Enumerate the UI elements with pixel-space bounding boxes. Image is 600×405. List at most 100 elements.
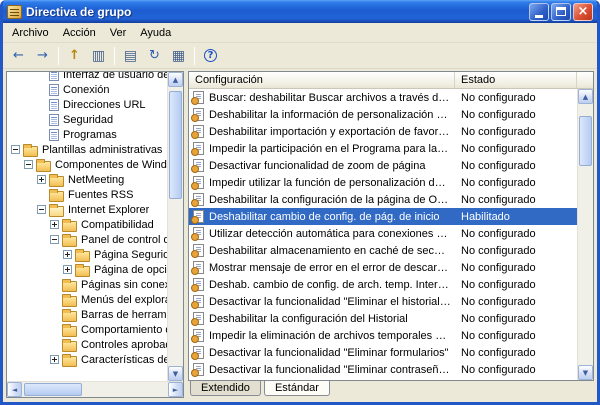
scroll-down-icon[interactable]: ▼: [168, 366, 183, 381]
close-button[interactable]: ×: [573, 3, 593, 21]
tree-item[interactable]: NetMeeting: [7, 172, 167, 187]
console-tree-panel: Interfaz de usuario del explorador Conex…: [6, 71, 184, 398]
tree-item[interactable]: Programas: [7, 127, 167, 142]
policy-row[interactable]: Deshabilitar cambio de config. de pág. d…: [189, 208, 577, 225]
tree-hscroll-thumb[interactable]: [24, 383, 82, 396]
tree-item[interactable]: Menús del explorador: [7, 292, 167, 307]
policy-row[interactable]: Impedir utilizar la función de personali…: [189, 174, 577, 191]
expander-icon[interactable]: [11, 145, 20, 154]
export-list-icon: ▦: [172, 49, 185, 63]
tree-item-label: NetMeeting: [68, 174, 124, 186]
policy-row[interactable]: Impedir la eliminación de archivos tempo…: [189, 327, 577, 344]
policy-row[interactable]: Desactivar la funcionalidad "Eliminar el…: [189, 293, 577, 310]
expander-icon[interactable]: [63, 265, 72, 274]
titlebar[interactable]: Directiva de grupo ×: [3, 0, 597, 23]
policy-icon: [193, 176, 204, 189]
column-header-configuracion[interactable]: Configuración: [189, 72, 455, 88]
policy-name: Deshab. cambio de config. de arch. temp.…: [209, 279, 455, 291]
tree-item[interactable]: Controles aprobados por el administrador: [7, 337, 167, 352]
tab-extendido[interactable]: Extendido: [190, 381, 261, 396]
policy-row[interactable]: Deshabilitar la configuración de la pági…: [189, 191, 577, 208]
view-tabs: ExtendidoEstándar: [188, 381, 594, 398]
tree-item[interactable]: Direcciones URL: [7, 97, 167, 112]
export-list-button[interactable]: ▦: [167, 45, 190, 67]
tree-item[interactable]: Página Seguridad: [7, 247, 167, 262]
minimize-button[interactable]: [529, 3, 549, 21]
tree-scroll-track[interactable]: [168, 87, 183, 366]
column-header-estado[interactable]: Estado: [455, 72, 577, 88]
expander-icon[interactable]: [37, 205, 46, 214]
expander-icon[interactable]: [50, 220, 59, 229]
page-icon: [49, 99, 59, 111]
tree-item[interactable]: Componentes de Windows: [7, 157, 167, 172]
scroll-left-icon[interactable]: ◄: [7, 382, 22, 397]
expander-icon[interactable]: [37, 175, 46, 184]
scroll-right-icon[interactable]: ►: [168, 382, 183, 397]
tree-item[interactable]: Panel de control de Internet: [7, 232, 167, 247]
tree-item[interactable]: Fuentes RSS: [7, 187, 167, 202]
policy-row[interactable]: Deshabilitar la configuración del Histor…: [189, 310, 577, 327]
expander-icon[interactable]: [50, 235, 59, 244]
properties-button[interactable]: ▤: [119, 45, 142, 67]
policy-row[interactable]: Deshabilitar la configuración de la fich…: [189, 378, 577, 380]
policy-row[interactable]: Impedir la participación en el Programa …: [189, 140, 577, 157]
tree-hscroll-track[interactable]: [22, 382, 168, 397]
show-tree-button[interactable]: ▥: [87, 45, 110, 67]
menu-accion[interactable]: Acción: [56, 25, 103, 41]
policy-icon: [193, 227, 204, 240]
expander-icon[interactable]: [63, 250, 72, 259]
tree-vertical-scrollbar[interactable]: ▲ ▼: [167, 72, 183, 381]
policy-state: No configurado: [455, 364, 577, 376]
tab-estandar[interactable]: Estándar: [264, 381, 330, 396]
policy-row[interactable]: Desactivar la funcionalidad "Eliminar co…: [189, 361, 577, 378]
list-scroll-thumb[interactable]: [579, 116, 592, 166]
policy-row[interactable]: Desactivar funcionalidad de zoom de pági…: [189, 157, 577, 174]
tree-item[interactable]: Conexión: [7, 82, 167, 97]
scroll-up-icon[interactable]: ▲: [578, 89, 593, 104]
policy-state: No configurado: [455, 92, 577, 104]
tree-item-label: Menús del explorador: [81, 294, 167, 306]
policy-icon: [193, 295, 204, 308]
help-button[interactable]: ?: [199, 45, 222, 67]
policy-name: Desactivar funcionalidad de zoom de pági…: [209, 160, 455, 172]
tree-item[interactable]: Seguridad: [7, 112, 167, 127]
back-button[interactable]: ←: [7, 45, 30, 67]
policy-state: No configurado: [455, 228, 577, 240]
tree-item[interactable]: Página de opciones avanzadas: [7, 262, 167, 277]
scroll-down-icon[interactable]: ▼: [578, 365, 593, 380]
policy-row[interactable]: Deshab. cambio de config. de arch. temp.…: [189, 276, 577, 293]
list-scroll-track[interactable]: [578, 104, 593, 365]
tree-scroll-thumb[interactable]: [169, 91, 182, 199]
tree-item[interactable]: Comportamiento de Internet: [7, 322, 167, 337]
tree-item[interactable]: Páginas sin conexión: [7, 277, 167, 292]
policy-row[interactable]: Utilizar detección automática para conex…: [189, 225, 577, 242]
menu-ver[interactable]: Ver: [103, 25, 134, 41]
tree-item[interactable]: Barras de herramientas: [7, 307, 167, 322]
refresh-button[interactable]: ↻: [143, 45, 166, 67]
tree-item[interactable]: Plantillas administrativas: [7, 142, 167, 157]
tree-item[interactable]: Características de seguridad: [7, 352, 167, 367]
expander-icon[interactable]: [24, 160, 33, 169]
maximize-button[interactable]: [551, 3, 571, 21]
policy-row[interactable]: Deshabilitar almacenamiento en caché de …: [189, 242, 577, 259]
tree-item[interactable]: Interfaz de usuario del explorador: [7, 72, 167, 82]
up-button[interactable]: ↑: [63, 45, 86, 67]
folder-icon: [75, 266, 90, 277]
scroll-up-icon[interactable]: ▲: [168, 72, 183, 87]
refresh-icon: ↻: [149, 49, 160, 62]
policy-icon: [193, 91, 204, 104]
forward-button[interactable]: →: [31, 45, 54, 67]
tree-item[interactable]: Compatibilidad: [7, 217, 167, 232]
tree-horizontal-scrollbar[interactable]: ◄ ►: [7, 381, 183, 397]
policy-row[interactable]: Mostrar mensaje de error en el error de …: [189, 259, 577, 276]
expander-icon[interactable]: [50, 355, 59, 364]
tree-item[interactable]: Internet Explorer: [7, 202, 167, 217]
menu-ayuda[interactable]: Ayuda: [133, 25, 178, 41]
menu-archivo[interactable]: Archivo: [5, 25, 56, 41]
policy-row[interactable]: Deshabilitar la información de personali…: [189, 106, 577, 123]
list-vertical-scrollbar[interactable]: ▲ ▼: [577, 89, 593, 380]
policy-row[interactable]: Desactivar la funcionalidad "Eliminar fo…: [189, 344, 577, 361]
policy-row[interactable]: Deshabilitar importación y exportación d…: [189, 123, 577, 140]
page-icon: [49, 129, 59, 141]
policy-row[interactable]: Buscar: deshabilitar Buscar archivos a t…: [189, 89, 577, 106]
